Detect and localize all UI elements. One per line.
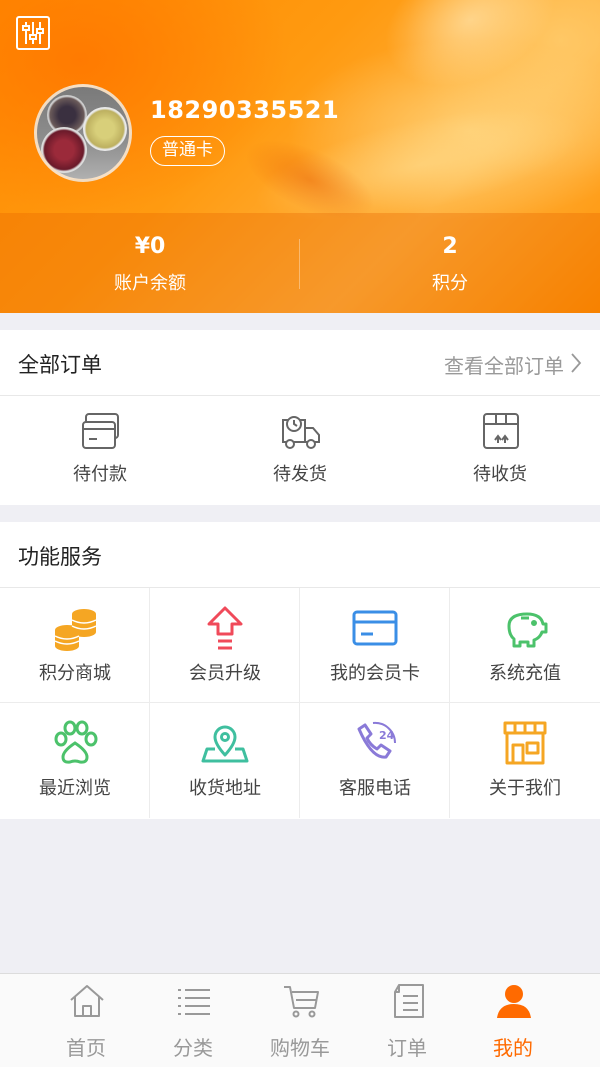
- phone-24-icon: 24: [357, 721, 397, 759]
- points-value: 2: [442, 234, 458, 259]
- service-about-us[interactable]: 关于我们: [450, 703, 600, 818]
- order-document-icon: [394, 984, 424, 1018]
- storefront-icon: [503, 721, 547, 765]
- tab-label: 我的: [493, 1036, 533, 1060]
- service-label: 会员升级: [189, 663, 261, 684]
- member-card-icon: [352, 610, 398, 646]
- points-stat[interactable]: 2 积分: [300, 213, 600, 313]
- map-pin-icon: [201, 725, 249, 763]
- tab-cart[interactable]: 购物车: [247, 974, 353, 1067]
- service-shipping-address[interactable]: 收货地址: [150, 703, 300, 818]
- tab-home[interactable]: 首页: [33, 974, 139, 1067]
- package-box-icon: [483, 413, 519, 449]
- services-header: 功能服务: [0, 522, 600, 588]
- balance-label: 账户余额: [114, 273, 186, 294]
- service-label: 最近浏览: [39, 778, 111, 799]
- orders-title: 全部订单: [18, 353, 102, 377]
- coins-icon: [54, 609, 97, 651]
- services-section: 功能服务 积分商城 会员升级 我的会员卡 系统充值 最近浏览 收货地址 24 客…: [0, 522, 600, 819]
- balance-value: ¥0: [134, 234, 166, 259]
- piggy-bank-icon: [507, 612, 548, 648]
- service-label: 我的会员卡: [330, 663, 420, 684]
- chevron-right-icon: [571, 353, 582, 373]
- tab-category[interactable]: 分类: [140, 974, 246, 1067]
- order-pending-shipment[interactable]: 待发货: [200, 396, 400, 505]
- svg-text:24: 24: [379, 729, 395, 742]
- view-all-orders-link[interactable]: 查看全部订单: [444, 350, 564, 379]
- service-points-mall[interactable]: 积分商城: [0, 588, 150, 703]
- tab-label: 首页: [66, 1036, 106, 1060]
- order-pending-receipt[interactable]: 待收货: [400, 396, 600, 505]
- tab-label: 购物车: [270, 1036, 330, 1060]
- service-customer-phone[interactable]: 24 客服电话: [300, 703, 450, 818]
- service-member-upgrade[interactable]: 会员升级: [150, 588, 300, 703]
- points-label: 积分: [432, 273, 468, 294]
- order-pending-payment[interactable]: 待付款: [0, 396, 200, 505]
- user-icon: [497, 985, 531, 1018]
- service-label: 积分商城: [39, 663, 111, 684]
- order-status-label: 待付款: [73, 464, 127, 485]
- service-recharge[interactable]: 系统充值: [450, 588, 600, 703]
- avatar[interactable]: [34, 84, 132, 182]
- service-my-member-card[interactable]: 我的会员卡: [300, 588, 450, 703]
- service-label: 关于我们: [489, 778, 561, 799]
- upgrade-arrow-icon: [207, 606, 243, 650]
- tab-label: 分类: [173, 1036, 213, 1060]
- bottom-tab-bar: 首页 分类 购物车 订单 我的: [0, 973, 600, 1067]
- orders-section: 全部订单 查看全部订单 待付款 待发货 待收货: [0, 330, 600, 505]
- service-label: 系统充值: [489, 663, 561, 684]
- tab-orders[interactable]: 订单: [354, 974, 460, 1067]
- home-icon: [70, 985, 104, 1017]
- service-label: 收货地址: [189, 778, 261, 799]
- paw-icon: [54, 720, 98, 764]
- balance-stat[interactable]: ¥0 账户余额: [0, 213, 300, 313]
- order-status-label: 待发货: [273, 464, 327, 485]
- cart-icon: [284, 986, 319, 1018]
- service-label: 客服电话: [339, 778, 411, 799]
- tab-mine[interactable]: 我的: [460, 974, 566, 1067]
- orders-header[interactable]: 全部订单 查看全部订单: [0, 330, 600, 396]
- account-stats: ¥0 账户余额 2 积分: [0, 213, 600, 313]
- profile-header: 18290335521 普通卡 ¥0 账户余额 2 积分: [0, 0, 600, 313]
- delivery-truck-icon: [282, 416, 320, 449]
- order-status-label: 待收货: [473, 464, 527, 485]
- card-level-badge: 普通卡: [150, 136, 225, 166]
- wallet-card-icon: [82, 413, 119, 449]
- services-title: 功能服务: [18, 545, 102, 569]
- user-phone: 18290335521: [150, 96, 340, 124]
- background-petal: [363, 0, 577, 113]
- list-icon: [178, 989, 210, 1015]
- service-recently-viewed[interactable]: 最近浏览: [0, 703, 150, 818]
- services-grid: 积分商城 会员升级 我的会员卡 系统充值 最近浏览 收货地址 24 客服电话 关…: [0, 588, 600, 819]
- settings-sliders-icon[interactable]: [16, 16, 50, 50]
- tab-label: 订单: [387, 1036, 427, 1060]
